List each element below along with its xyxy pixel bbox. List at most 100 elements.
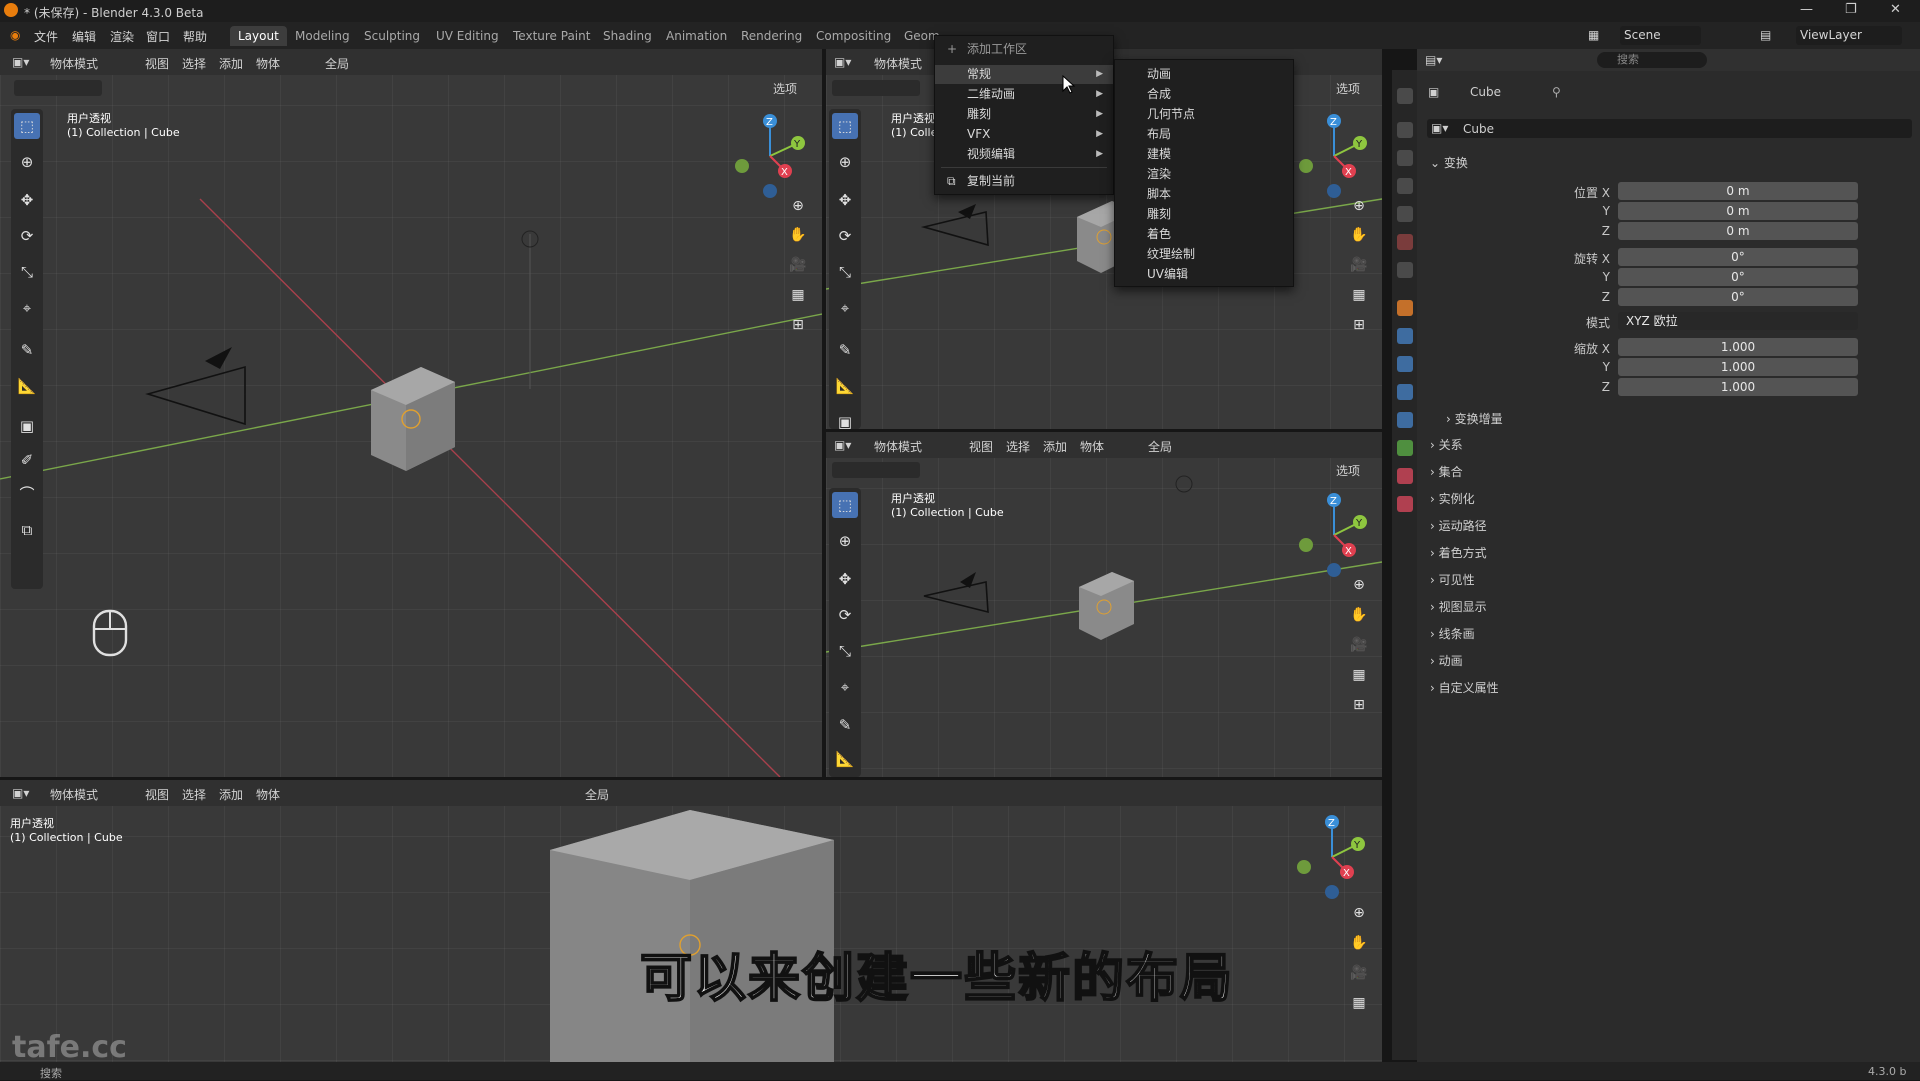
submenu-item[interactable]: 渲染: [1115, 164, 1293, 184]
menu-file[interactable]: 文件: [34, 28, 58, 45]
camera-view-icon[interactable]: 🎥: [1346, 960, 1372, 986]
annotate-icon[interactable]: ✎: [832, 712, 858, 738]
tab-texture-paint[interactable]: Texture Paint: [505, 26, 598, 46]
panel-instancing[interactable]: › 实例化: [1430, 490, 1910, 514]
zoom-icon[interactable]: ⊕: [1346, 572, 1372, 598]
world-tab-icon[interactable]: [1397, 234, 1413, 250]
view-layer-tab-icon[interactable]: [1397, 178, 1413, 194]
material-tab-icon[interactable]: [1397, 468, 1413, 484]
select-box-icon[interactable]: ⬚: [832, 492, 858, 518]
scale-x-field[interactable]: 1.000: [1618, 338, 1858, 356]
rotate-icon[interactable]: ⟳: [14, 223, 40, 249]
view-layer-field[interactable]: ViewLayer: [1796, 26, 1902, 45]
menu-window[interactable]: 窗口: [146, 28, 170, 45]
transform-icon[interactable]: ⌖: [14, 295, 40, 321]
output-tab-icon[interactable]: [1397, 150, 1413, 166]
ortho-grid-icon[interactable]: ▦: [1346, 990, 1372, 1016]
menu-item-video-editing[interactable]: 视频编辑 ▶: [935, 145, 1113, 164]
menu-item-general[interactable]: 常规 ▶: [935, 65, 1113, 84]
zoom-icon[interactable]: ⊕: [1346, 900, 1372, 926]
rotation-mode-select[interactable]: XYZ 欧拉: [1618, 312, 1858, 330]
tab-sculpting[interactable]: Sculpting: [356, 26, 428, 46]
menu-object[interactable]: 物体: [1080, 438, 1104, 455]
menu-edit[interactable]: 编辑: [72, 28, 96, 45]
zoom-icon[interactable]: ⊕: [1346, 193, 1372, 219]
physics-tab-icon[interactable]: [1397, 384, 1413, 400]
menu-select[interactable]: 选择: [182, 786, 206, 803]
move-icon[interactable]: ✥: [832, 566, 858, 592]
menu-add[interactable]: 添加: [1043, 438, 1067, 455]
location-y-field[interactable]: 0 m: [1618, 202, 1858, 220]
navigation-gizmo[interactable]: Z Y X: [725, 111, 815, 201]
submenu-item[interactable]: 几何节点: [1115, 104, 1293, 124]
submenu-item[interactable]: 着色: [1115, 224, 1293, 244]
menu-view[interactable]: 视图: [145, 786, 169, 803]
add-cube-icon[interactable]: ▣: [832, 409, 858, 429]
pan-hand-icon[interactable]: ✋: [785, 222, 811, 248]
pan-hand-icon[interactable]: ✋: [1346, 930, 1372, 956]
extrude-icon[interactable]: ⧉: [14, 517, 40, 543]
constraints-tab-icon[interactable]: [1397, 412, 1413, 428]
transform-icon[interactable]: ⌖: [832, 295, 858, 321]
panel-viewport-display[interactable]: › 视图显示: [1430, 598, 1910, 622]
panel-custom-properties[interactable]: › 自定义属性: [1430, 679, 1910, 703]
viewport-bottom[interactable]: ▣▾ 物体模式 视图 选择 添加 物体 全局 用户透视 (1) Collecti…: [0, 780, 1382, 1062]
location-x-field[interactable]: 0 m: [1618, 182, 1858, 200]
menu-object[interactable]: 物体: [256, 786, 280, 803]
navigation-gizmo[interactable]: Z Y X: [1292, 812, 1372, 902]
panel-collections[interactable]: › 集合: [1430, 463, 1910, 487]
tab-layout[interactable]: Layout: [230, 26, 287, 46]
measure-icon[interactable]: 📐: [14, 373, 40, 399]
panel-relations[interactable]: › 关系: [1430, 436, 1910, 460]
maximize-icon[interactable]: ❐: [1845, 2, 1857, 17]
mode-select[interactable]: 物体模式: [50, 55, 98, 72]
particles-tab-icon[interactable]: [1397, 356, 1413, 372]
panel-animation[interactable]: › 动画: [1430, 652, 1910, 676]
tab-animation[interactable]: Animation: [658, 26, 735, 46]
cube-object[interactable]: [366, 367, 460, 471]
camera-view-icon[interactable]: 🎥: [785, 252, 811, 278]
pan-hand-icon[interactable]: ✋: [1346, 602, 1372, 628]
rotation-x-field[interactable]: 0°: [1618, 248, 1858, 266]
measure-icon[interactable]: 📐: [832, 373, 858, 399]
move-icon[interactable]: ✥: [14, 187, 40, 213]
tab-shading[interactable]: Shading: [595, 26, 660, 46]
ortho-grid-icon[interactable]: ▦: [1346, 662, 1372, 688]
add-cube-icon[interactable]: ▣: [14, 413, 40, 439]
select-box-icon[interactable]: ⬚: [14, 113, 40, 139]
data-tab-icon[interactable]: [1397, 440, 1413, 456]
submenu-item[interactable]: 建模: [1115, 144, 1293, 164]
rotate-icon[interactable]: ⟳: [832, 602, 858, 628]
ortho-grid-icon[interactable]: ▦: [1346, 282, 1372, 308]
pan-hand-icon[interactable]: ✋: [1346, 222, 1372, 248]
render-tab-icon[interactable]: [1397, 122, 1413, 138]
scale-y-field[interactable]: 1.000: [1618, 358, 1858, 376]
cursor-icon[interactable]: ⊕: [14, 149, 40, 175]
camera-view-icon[interactable]: 🎥: [1346, 252, 1372, 278]
scale-z-field[interactable]: 1.000: [1618, 378, 1858, 396]
texture-tab-icon[interactable]: [1397, 496, 1413, 512]
local-view-icon[interactable]: ⊞: [785, 312, 811, 338]
menu-item-duplicate-current[interactable]: ⧉ 复制当前: [935, 172, 1113, 191]
submenu-item[interactable]: UV编辑: [1115, 264, 1293, 284]
properties-search[interactable]: 搜索: [1597, 52, 1707, 68]
modifier-tab-icon[interactable]: [1397, 328, 1413, 344]
panel-visibility[interactable]: › 可见性: [1430, 571, 1910, 595]
submenu-item[interactable]: 纹理绘制: [1115, 244, 1293, 264]
menu-add[interactable]: 添加: [219, 786, 243, 803]
menu-object[interactable]: 物体: [256, 55, 280, 72]
object-name-field[interactable]: ▣▾ Cube: [1427, 119, 1912, 138]
pin-icon[interactable]: ⚲: [1552, 85, 1561, 99]
menu-view[interactable]: 视图: [145, 55, 169, 72]
mode-select[interactable]: 物体模式: [874, 438, 922, 455]
tool-tab-icon[interactable]: [1397, 88, 1413, 104]
local-view-icon[interactable]: ⊞: [1346, 692, 1372, 718]
viewport-main[interactable]: ▣▾ 物体模式 视图 选择 添加 物体 全局 选项 ⬚ ⊕ ✥ ⟳ ⤡ ⌖ ✎ …: [0, 49, 822, 777]
move-icon[interactable]: ✥: [832, 187, 858, 213]
menu-render[interactable]: 渲染: [110, 28, 134, 45]
scale-icon[interactable]: ⤡: [832, 259, 858, 285]
select-mode-buttons[interactable]: [832, 462, 920, 478]
annotate-icon[interactable]: ✎: [14, 337, 40, 363]
camera-view-icon[interactable]: 🎥: [1346, 632, 1372, 658]
transform-panel-header[interactable]: ⌄ 变换: [1430, 154, 1910, 178]
